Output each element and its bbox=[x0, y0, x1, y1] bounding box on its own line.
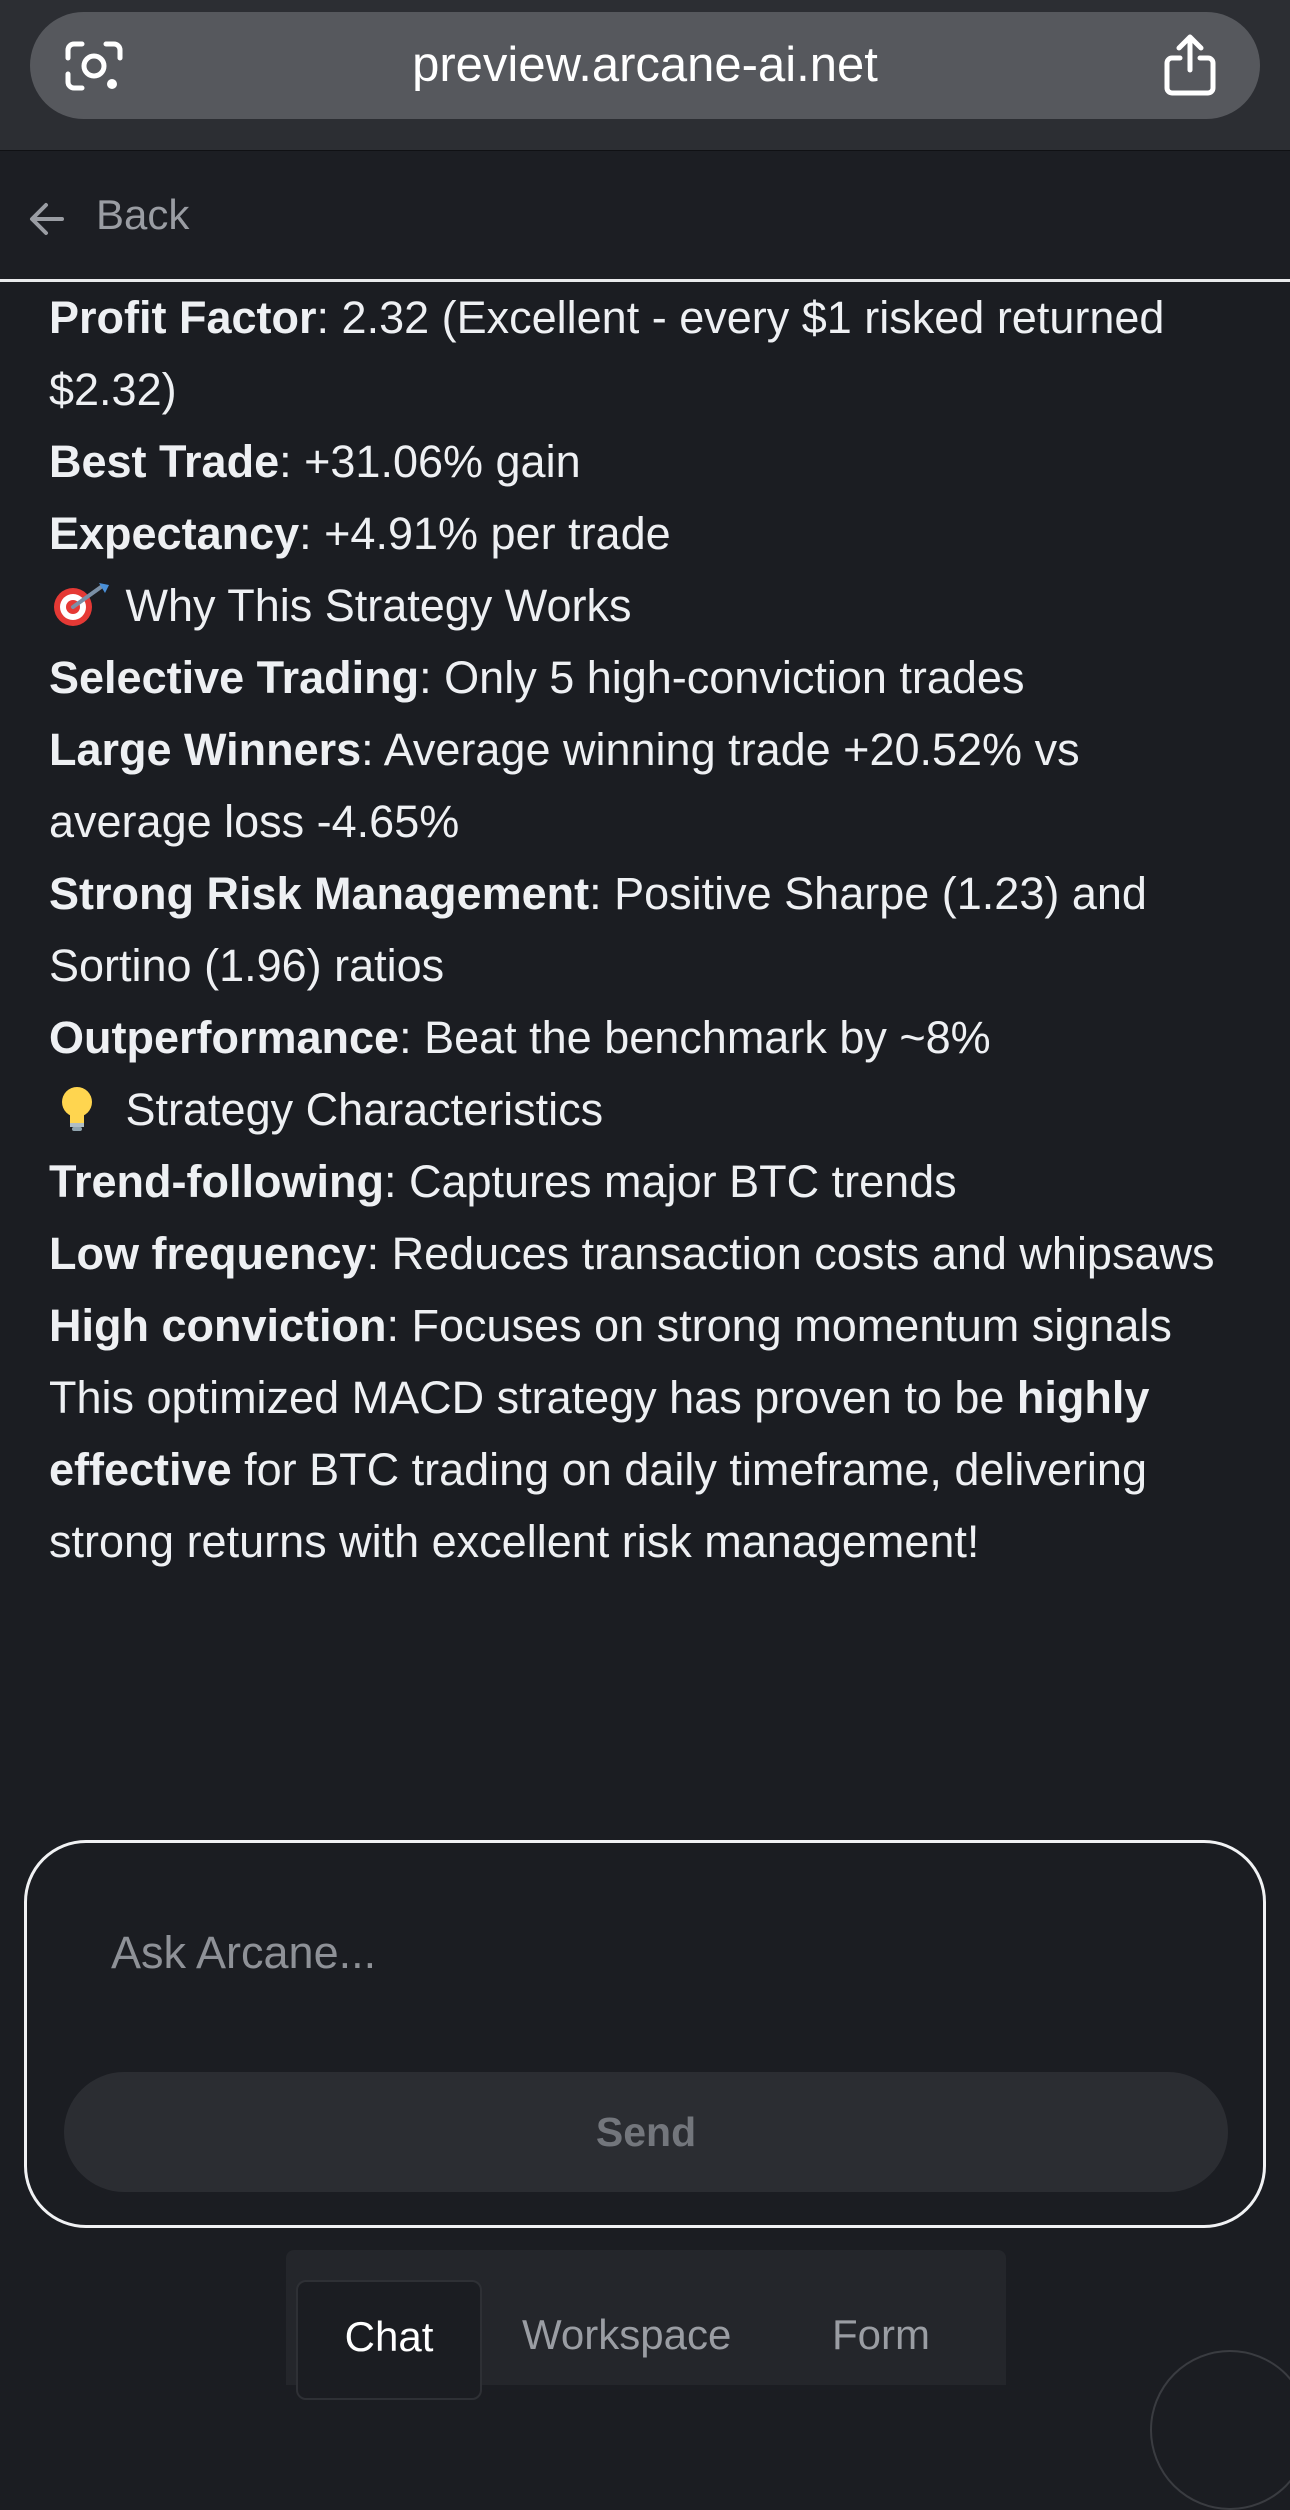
message-line: Low frequency: Reduces transaction costs… bbox=[49, 1228, 1215, 1279]
address-bar[interactable]: preview.arcane-ai.net bbox=[30, 12, 1260, 119]
back-button[interactable]: Back bbox=[96, 191, 189, 239]
message-line: Expectancy: +4.91% per trade bbox=[49, 508, 671, 559]
back-navigation: Back bbox=[0, 150, 1290, 282]
light-bulb-icon bbox=[62, 1087, 92, 1131]
bottom-bar: Chat Workspace Form bbox=[0, 2228, 1290, 2400]
floating-button-edge[interactable] bbox=[1150, 2350, 1290, 2510]
message-line: High conviction: Focuses on strong momen… bbox=[49, 1300, 1172, 1351]
message-line: Selective Trading: Only 5 high-convictio… bbox=[49, 652, 1025, 703]
section-heading: Why This Strategy Works bbox=[49, 570, 1249, 642]
message-line: Trend-following: Captures major BTC tren… bbox=[49, 1156, 957, 1207]
chat-composer: Send bbox=[24, 1840, 1266, 2228]
arrow-left-icon[interactable] bbox=[28, 201, 66, 237]
browser-bar: preview.arcane-ai.net bbox=[0, 0, 1290, 150]
ask-input[interactable] bbox=[111, 1903, 1171, 2003]
message-line: Strong Risk Management: Positive Sharpe … bbox=[49, 868, 1147, 991]
send-button[interactable]: Send bbox=[64, 2072, 1228, 2192]
message-line: Large Winners: Average winning trade +20… bbox=[49, 724, 1080, 847]
target-dart-icon bbox=[54, 583, 109, 626]
url-text[interactable]: preview.arcane-ai.net bbox=[30, 12, 1260, 119]
tab-chat[interactable]: Chat bbox=[296, 2280, 482, 2400]
tab-workspace[interactable]: Workspace bbox=[522, 2280, 731, 2400]
section-heading: Strategy Characteristics bbox=[49, 1074, 1249, 1146]
tab-form[interactable]: Form bbox=[816, 2280, 946, 2400]
message-line: Profit Factor: 2.32 (Excellent - every $… bbox=[49, 292, 1165, 415]
assistant-message: Profit Factor: 2.32 (Excellent - every $… bbox=[49, 282, 1249, 1578]
share-icon[interactable] bbox=[1160, 32, 1220, 96]
message-line: Best Trade: +31.06% gain bbox=[49, 436, 581, 487]
google-lens-icon[interactable] bbox=[64, 38, 124, 94]
tab-bar: Chat Workspace Form bbox=[286, 2250, 1006, 2400]
conclusion-paragraph: This optimized MACD strategy has proven … bbox=[49, 1372, 1150, 1567]
message-line: Outperformance: Beat the benchmark by ~8… bbox=[49, 1012, 991, 1063]
